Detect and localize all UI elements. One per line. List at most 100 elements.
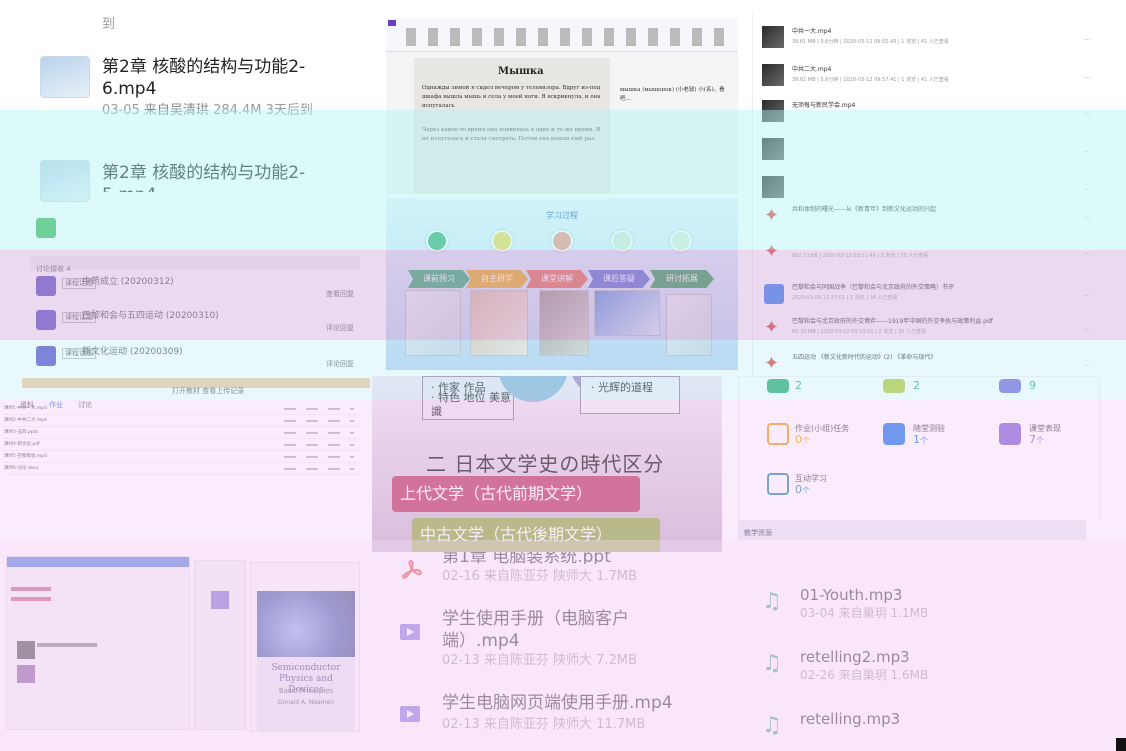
file-meta: 02-13 来自陈亚芬 陕师大 11.7MB [442, 717, 646, 732]
homework-icon[interactable] [767, 423, 789, 445]
row-label: 课时4-新文化.pdf [4, 442, 40, 447]
screenshot-thumbnail [594, 290, 660, 336]
table-row[interactable]: 课时3-五四.pptx [4, 428, 360, 439]
more-icon[interactable]: ··· [1084, 214, 1091, 223]
resource-item[interactable]: ✦ 892.73 KB | 2020-03-12 09:11:49 | 2 浏览 … [762, 240, 1102, 270]
pdf-icon: ✦ [764, 205, 780, 226]
audio-meta: 02-26 来自巢玥 1.6MB [800, 668, 929, 682]
resource-name[interactable]: 无须每与新民学会.mp4 [792, 100, 1092, 111]
link-icon [764, 284, 784, 304]
resource-item[interactable]: ✦ 共和体制的曙光——从《新青年》到新文化运动的兴起 ··· [762, 204, 1102, 234]
file-meta: 02-13 来自陈亚芬 陕师大 7.2MB [442, 653, 637, 668]
partial-text: 到 [102, 17, 116, 32]
step-marker-icon [426, 230, 448, 252]
resource-item[interactable]: ··· [762, 176, 1102, 206]
more-icon[interactable]: ··· [1084, 74, 1091, 83]
doc-side-note: мышка (мышонок) (小老鼠) 小(名)。看吧… [620, 87, 725, 102]
file-name[interactable]: 第1章 电脑装系统.ppt [442, 552, 722, 564]
viewer-toolbar[interactable] [386, 18, 738, 52]
more-icon[interactable]: ··· [1084, 326, 1091, 335]
audio-name[interactable]: retelling2.mp3 [800, 646, 910, 668]
file-name[interactable]: 第2章 核酸的结构与功能2-5.mp4 [102, 162, 332, 192]
resource-item[interactable]: 巴黎和会与同国战争（巴黎和会与北京政府的外交策略）书评 2020-03-09 12… [762, 282, 1102, 312]
step-marker-icon [611, 230, 633, 252]
resource-item[interactable]: 中共二大.mp4 39.61 MB | 5.6分钟 | 2020-03-12 09… [762, 64, 1102, 94]
resource-item[interactable]: 中共一大.mp4 39.61 MB | 5.6分钟 | 2020-03-12 09… [762, 26, 1102, 56]
resource-meta: 39.61 MB | 5.6分钟 | 2020-03-12 09:57:41 |… [792, 77, 949, 83]
more-icon[interactable]: ··· [1084, 292, 1091, 301]
corner-marker [1116, 738, 1126, 751]
music-icon: ♫ [762, 713, 782, 738]
side-item[interactable] [11, 587, 51, 591]
process-title: 学习过程 [546, 211, 578, 220]
file-name[interactable]: 第2章 核酸的结构与功能2-6.mp4 [102, 56, 332, 100]
table-row[interactable]: 课时5-巴黎和会.mp4 [4, 452, 360, 463]
video-thumbnail[interactable] [40, 160, 90, 202]
play-icon [400, 706, 420, 722]
audio-name[interactable]: retelling.mp3 [800, 708, 900, 730]
resource-item[interactable]: ··· [762, 138, 1102, 168]
discussion-item[interactable]: 课程话题 巴黎和会与五四运动 (20200310) 评论回复 [36, 310, 356, 336]
step-marker-icon [491, 230, 513, 252]
resource-item[interactable]: ✦ 巴黎和会与北京政府的外交博弈——1919年中国的外交争执与政策利益.pdf 65… [762, 316, 1102, 346]
screenshot-thumbnail [539, 290, 589, 356]
group-row[interactable]: · [36, 218, 356, 240]
performance-icon[interactable] [999, 423, 1021, 445]
video-thumbnail [762, 26, 784, 48]
more-icon[interactable]: ··· [1084, 186, 1091, 195]
audio-meta: 03-04 来自巢玥 1.1MB [800, 606, 929, 620]
quiz-icon[interactable] [883, 423, 905, 445]
side-item[interactable] [11, 597, 51, 601]
discussion-item[interactable]: 课程话题 新文化运动 (20200309) 评论回复 [36, 346, 356, 372]
desktop-screenshot [194, 560, 246, 730]
video-thumbnail[interactable] [40, 56, 90, 98]
table-row[interactable]: 课时1-中共一大.mp4 [4, 404, 360, 415]
book-cover: Semiconductor Physics and Devices Basic … [257, 591, 355, 731]
resource-name[interactable]: 共和体制的曙光——从《新青年》到新文化运动的兴起 [792, 204, 1092, 215]
audio-name[interactable]: 01-Youth.mp3 [800, 584, 902, 606]
step-qa[interactable]: 课后答疑 [588, 270, 650, 288]
table-row[interactable]: 课时6-讨论.docx [4, 464, 360, 475]
era-box: 中古文学（古代後期文学） [412, 518, 660, 552]
doc-paragraph: Однажды зимой я сидел вечером у телевизо… [422, 85, 601, 109]
step-extension[interactable]: 研讨拓展 [650, 270, 714, 288]
tab-bar[interactable]: 资料 作业 讨论 [20, 392, 360, 409]
section-label: 教学资源 [738, 520, 1086, 540]
more-icon[interactable]: ··· [1084, 362, 1091, 371]
resource-name[interactable]: 巴黎和会与同国战争（巴黎和会与北京政府的外交策略）书评 [792, 282, 1092, 293]
table-row[interactable]: 课时2-中共二大.mp4 [4, 416, 360, 427]
resource-name[interactable]: 五四运动 《新文化新时代的运动》(2) 《革命与现代》 [792, 352, 1092, 363]
more-icon[interactable]: ··· [1084, 36, 1091, 45]
file-name[interactable]: 学生使用手册（电脑客户端）.mp4 [442, 608, 642, 652]
music-icon: ♫ [762, 589, 782, 614]
more-icon[interactable]: ··· [1084, 250, 1091, 259]
row-label: 课时1-中共一大.mp4 [4, 406, 48, 411]
file-meta: 02-16 来自陈亚芬 陕师大 1.7MB [442, 569, 637, 584]
row-cells [284, 444, 354, 446]
resource-item[interactable]: 无须每与新民学会.mp4 ··· [762, 100, 1102, 130]
doc-title: Мышка [498, 66, 544, 77]
resource-name[interactable]: 中共二大.mp4 [792, 64, 1092, 75]
pdf-icon [401, 560, 422, 579]
more-icon[interactable]: ··· [1084, 148, 1091, 157]
step-lecture[interactable]: 课堂讲解 [526, 270, 588, 288]
row-label: 课时3-五四.pptx [4, 430, 39, 435]
resource-name[interactable]: 中共一大.mp4 [792, 26, 1092, 37]
video-thumbnail [762, 100, 784, 122]
slide-panel: · 作家 作品 · 特色 地位 美意識 · 光辉的道程 二 日本文学史の時代区分… [372, 376, 722, 552]
file-name[interactable]: 学生电脑网页端使用手册.mp4 [442, 692, 722, 714]
interaction-icon[interactable] [767, 473, 789, 495]
step-marker-icon [670, 230, 692, 252]
step-self-study[interactable]: 自主研学 [466, 270, 528, 288]
slide-box: · 作家 作品 · 特色 地位 美意識 [422, 376, 514, 420]
step-marker-icon [551, 230, 573, 252]
more-icon[interactable]: ··· [1084, 110, 1091, 119]
resource-name[interactable]: 巴黎和会与北京政府的外交博弈——1919年中国的外交争执与政策利益.pdf [792, 316, 1092, 327]
stat-icon [999, 379, 1021, 393]
step-preview[interactable]: 课前预习 [408, 270, 470, 288]
pdf-icon: ✦ [764, 353, 780, 374]
page-scan: Мышка Однажды зимой я сидел вечером у те… [414, 58, 610, 194]
document-viewer: Мышка Однажды зимой я сидел вечером у те… [386, 18, 738, 194]
table-row[interactable]: 课时4-新文化.pdf [4, 440, 360, 451]
discussion-item[interactable]: 课程话题 中药成立 (20200312) 查看回复 [36, 276, 356, 302]
